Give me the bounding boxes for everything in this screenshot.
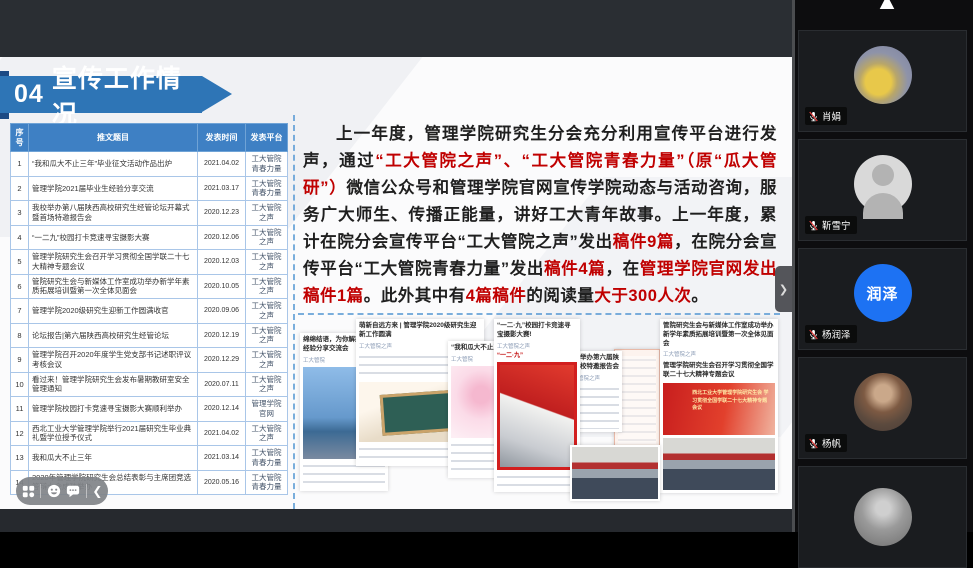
- article-photo-lecture-hall: [572, 447, 658, 499]
- toolbar-divider: [40, 484, 41, 498]
- article-card: 管院研究生会与新媒体工作室成功举办新学年素质拓展培训暨第一次全体见面会 工大管院…: [660, 319, 778, 493]
- publications-table: 序号 推文题目 发表时间 发表平台 1“我和瓜大不止三年”毕业征文活动作品出炉2…: [10, 123, 288, 495]
- mic-muted-icon: [808, 329, 819, 340]
- participant-name: 靳雪宁: [822, 218, 851, 232]
- participant-name-badge: 杨润泽: [805, 325, 857, 343]
- apps-grid-icon[interactable]: [22, 485, 35, 498]
- article-photo-lecture-hall: [663, 438, 775, 490]
- mic-muted-icon: [808, 438, 819, 449]
- table-row: 13我和瓜大不止三年2021.03.14工大管院青春力量: [11, 446, 288, 471]
- smiley-icon[interactable]: [47, 484, 61, 498]
- participant-name: 杨润泽: [822, 327, 851, 341]
- article-card: [570, 445, 660, 501]
- dashed-divider-vertical: [293, 115, 295, 509]
- paragraph-segment-highlight: 4篇稿件: [466, 287, 527, 305]
- table-row: 4“一二九”校园打卡竞速寻宝摄影大赛2020.12.06工大管院之声: [11, 225, 288, 250]
- article-photo-red-flag: [497, 362, 577, 470]
- table-row: 10看过来！管理学院研究生会发布暑期教研室安全管理通知2020.07.11工大管…: [11, 372, 288, 397]
- col-header-platform: 发表平台: [246, 124, 288, 152]
- article-body-placeholder: [497, 473, 577, 489]
- article-card: “一二·九”校园打卡竞速寻宝摄影大赛! 工大管院之声 “一二·九”: [494, 319, 580, 492]
- chat-bubble-icon[interactable]: [66, 484, 80, 498]
- avatar-photo-grayscale: [854, 488, 912, 546]
- section-title-text: 宣传工作情况: [52, 59, 202, 131]
- avatar-silhouette: [854, 155, 912, 213]
- col-header-title: 推文题目: [29, 124, 198, 152]
- table-row: 2管理学院2021届毕业生经验分享交流2021.03.17工大管院青春力量: [11, 176, 288, 201]
- paragraph-segment-highlight: 稿件4篇: [544, 260, 605, 278]
- paragraph-segment: 的阅读量: [526, 287, 594, 305]
- article-body-placeholder: [618, 356, 656, 444]
- article-headline: 萌新自远方来 | 管理学院2020级研究生迎新工作圆满: [359, 322, 481, 340]
- summary-paragraph: 上一年度，管理学院研究生分会充分利用宣传平台进行发声，通过“工大管院之声”、“工…: [303, 121, 777, 310]
- article-headline: “一二·九”校园打卡竞速寻宝摄影大赛!: [497, 322, 577, 340]
- toolbar-divider: [86, 484, 87, 498]
- table-row: 6管院研究生会与新媒体工作室成功举办新学年素质拓展培训暨第一次全体见面会2020…: [11, 274, 288, 299]
- table-row: 8论坛报告|第六届陕西高校研究生经管论坛2020.12.19工大管院之声: [11, 323, 288, 348]
- participant-name-badge: 靳雪宁: [805, 216, 857, 234]
- table-header-row: 序号 推文题目 发表时间 发表平台: [11, 124, 288, 152]
- participants-panel: 肖娟 靳雪宁 润泽 杨润泽 杨帆: [792, 0, 973, 532]
- participant-tile[interactable]: 润泽 杨润泽: [798, 248, 967, 350]
- flag-caption: “一二·九”: [497, 350, 577, 359]
- participant-tile[interactable]: [798, 466, 967, 568]
- table-row: 7管理学院2020级研究生迎新工作圆满收官2020.09.06工大管院之声: [11, 299, 288, 324]
- article-headline: 管院研究生会与新媒体工作室成功举办新学年素质拓展培训暨第一次全体见面会: [663, 322, 775, 348]
- participant-name: 肖娟: [822, 109, 841, 123]
- section-number: 04: [14, 80, 44, 109]
- table-row: 5管理学院研究生会召开学习贯彻全国学联二十七大精神专题会议2020.12.03工…: [11, 250, 288, 275]
- shared-slide: 04 宣传工作情况 序号 推文题目 发表时间 发表平台 1“我和瓜大不止三年”毕…: [0, 57, 792, 509]
- panel-expand-handle[interactable]: ❯: [775, 266, 792, 312]
- col-header-date: 发表时间: [198, 124, 246, 152]
- participant-name-badge: 肖娟: [805, 107, 847, 125]
- participant-name-badge: 杨帆: [805, 434, 847, 452]
- paragraph-segment: 。: [691, 287, 708, 305]
- avatar: [854, 46, 912, 104]
- table-row: 11管理学院校园打卡竞速寻宝摄影大赛顺利举办2020.12.14管理学院官网: [11, 397, 288, 422]
- article-headline: 管理学院研究生会召开学习贯彻全国学联二十七大精神专题会议: [663, 362, 775, 380]
- article-screenshot-collage: 绵绵结语，为你解惑 | 毕业经验分享交流会 工大管院 萌新自远方来 | 管理学院…: [298, 317, 780, 509]
- table-row: 3我校举办第八届陕西高校研究生经管论坛开幕式暨首场特邀报告会2020.12.23…: [11, 201, 288, 226]
- paragraph-segment: ，在: [605, 260, 639, 278]
- chevron-right-icon: ❯: [779, 283, 788, 296]
- banner-caption: 西北工业大学管理学院研究生会 学习贯彻全国学联二十七大精神专题会议: [692, 390, 770, 413]
- paragraph-segment: 。此外其中有: [364, 287, 466, 305]
- participant-tile[interactable]: 杨帆: [798, 357, 967, 459]
- panel-resize-edge[interactable]: [792, 0, 795, 532]
- arrow-up-icon[interactable]: [874, 0, 900, 9]
- article-photo-red-banner: 西北工业大学管理学院研究生会 学习贯彻全国学联二十七大精神专题会议: [663, 383, 775, 435]
- avatar-initials: 润泽: [854, 264, 912, 322]
- table-row: 1“我和瓜大不止三年”毕业征文活动作品出炉2021.04.02工大管院青春力量: [11, 152, 288, 177]
- paragraph-segment-highlight: 大于300人次: [594, 287, 691, 305]
- dashed-divider-horizontal: [298, 313, 780, 315]
- mic-muted-icon: [808, 111, 819, 122]
- participant-name: 杨帆: [822, 436, 841, 450]
- screenshare-bottom-bar: [0, 509, 792, 532]
- col-header-no: 序号: [11, 124, 29, 152]
- paragraph-segment-highlight: 稿件9篇: [613, 233, 674, 251]
- avatar-photo: [854, 373, 912, 431]
- meeting-floating-toolbar[interactable]: ❮: [16, 477, 108, 505]
- article-meta: 工大管院之声: [663, 350, 775, 358]
- chevron-left-icon[interactable]: ❮: [92, 485, 102, 497]
- participant-tile[interactable]: 靳雪宁: [798, 139, 967, 241]
- article-meta: 工大管院之声: [497, 342, 577, 350]
- table-row: 12西北工业大学管理学院举行2021届研究生毕业典礼暨学位授予仪式2021.04…: [11, 421, 288, 446]
- participant-tile[interactable]: 肖娟: [798, 30, 967, 132]
- mic-muted-icon: [808, 220, 819, 231]
- screenshare-top-bar: [0, 0, 792, 57]
- table-row: 9管理学院召开2020年度学生党支部书记述职评议考核会议2020.12.29工大…: [11, 348, 288, 373]
- slide-section-title: 04 宣传工作情况: [0, 76, 202, 113]
